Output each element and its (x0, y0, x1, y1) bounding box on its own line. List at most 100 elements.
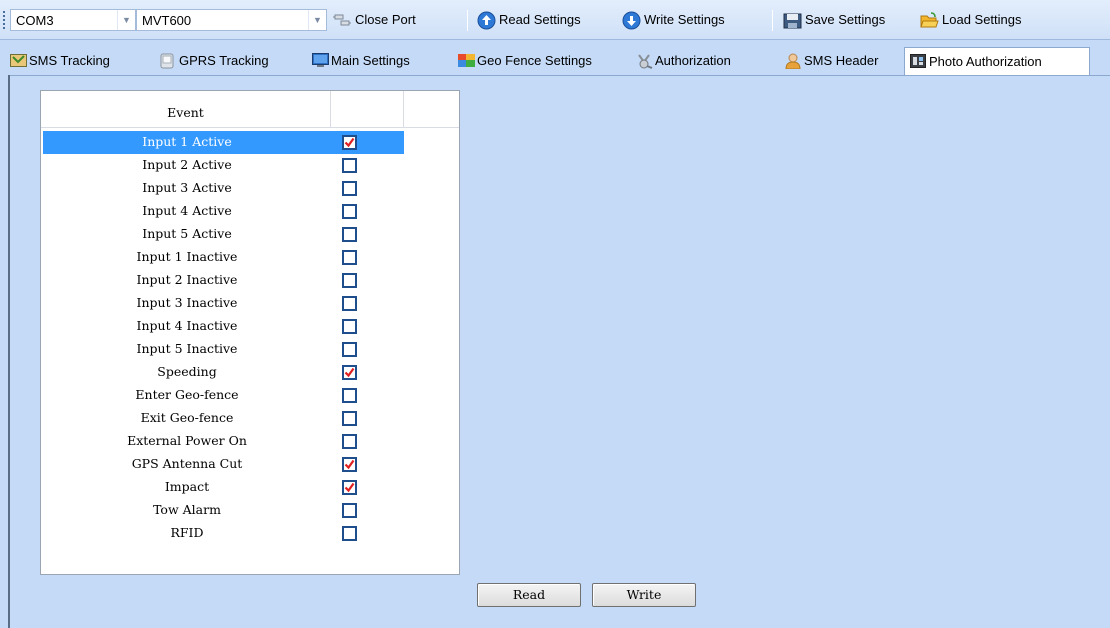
device-value: MVT600 (142, 13, 192, 28)
write-settings-button[interactable]: Write Settings (622, 9, 764, 31)
toolbar-separator (772, 10, 773, 31)
column-header-event[interactable]: Event (41, 91, 331, 128)
event-checkbox[interactable] (342, 250, 357, 265)
event-checkbox[interactable] (342, 135, 357, 150)
save-settings-button[interactable]: Save Settings (783, 9, 908, 31)
toolbar: COM3 ▼ MVT600 ▼ Close Port Read Settings… (0, 0, 1110, 40)
event-checkbox[interactable] (342, 480, 357, 495)
table-row[interactable]: External Power On (43, 430, 404, 453)
event-cell: Input 4 Active (142, 203, 232, 218)
event-checkbox[interactable] (342, 365, 357, 380)
main-settings-icon (312, 53, 329, 67)
table-row[interactable]: Input 1 Inactive (43, 246, 404, 269)
table-row[interactable]: Input 5 Active (43, 223, 404, 246)
read-button[interactable]: Read (477, 583, 581, 607)
table-row[interactable]: Enter Geo-fence (43, 384, 404, 407)
event-checkbox[interactable] (342, 204, 357, 219)
tab-photo-authorization[interactable]: Photo Authorization (904, 47, 1090, 75)
event-cell: Input 1 Inactive (136, 249, 238, 264)
table-row[interactable]: Input 3 Inactive (43, 292, 404, 315)
tab-label: SMS Tracking (29, 53, 110, 68)
checkmark-icon (344, 482, 355, 493)
chevron-down-icon[interactable]: ▼ (308, 10, 326, 30)
grid-header: Event (41, 91, 459, 128)
port-combo[interactable]: COM3 ▼ (10, 9, 136, 31)
write-settings-label: Write Settings (644, 12, 725, 27)
event-checkbox[interactable] (342, 503, 357, 518)
table-row[interactable]: Input 4 Active (43, 200, 404, 223)
event-cell: GPS Antenna Cut (131, 456, 243, 471)
event-checkbox[interactable] (342, 319, 357, 334)
event-cell: Enter Geo-fence (135, 387, 239, 402)
sms-header-icon (785, 53, 801, 69)
write-button[interactable]: Write (592, 583, 696, 607)
checkmark-icon (344, 459, 355, 470)
checkmark-icon (344, 137, 355, 148)
tab-geo-fence-settings[interactable]: Geo Fence Settings (458, 48, 618, 75)
tab-label: GPRS Tracking (179, 53, 269, 68)
event-checkbox[interactable] (342, 158, 357, 173)
tab-gprs-tracking[interactable]: GPRS Tracking (160, 48, 294, 75)
table-row[interactable]: Input 2 Active (43, 154, 404, 177)
table-row[interactable]: Input 4 Inactive (43, 315, 404, 338)
event-grid: Event Input 1 Active Input 2 Active Input … (40, 90, 460, 575)
load-settings-button[interactable]: Load Settings (920, 9, 1055, 31)
table-row[interactable]: Exit Geo-fence (43, 407, 404, 430)
event-cell: RFID (170, 525, 204, 540)
plug-icon (333, 14, 351, 26)
table-row[interactable]: Speeding (43, 361, 404, 384)
close-port-label: Close Port (355, 12, 416, 27)
panel-left-edge (8, 75, 10, 628)
event-checkbox[interactable] (342, 296, 357, 311)
close-port-button[interactable]: Close Port (333, 9, 461, 31)
arrow-up-circle-icon (477, 11, 496, 30)
column-header-enabled[interactable] (331, 91, 404, 128)
event-checkbox[interactable] (342, 273, 357, 288)
event-checkbox[interactable] (342, 388, 357, 403)
checkmark-icon (344, 367, 355, 378)
event-cell: Input 1 Active (142, 134, 232, 149)
event-cell: Input 2 Active (142, 157, 232, 172)
table-row[interactable]: Input 5 Inactive (43, 338, 404, 361)
authorization-icon (638, 54, 653, 69)
event-checkbox[interactable] (342, 457, 357, 472)
toolbar-grip[interactable] (3, 11, 5, 31)
event-cell: Exit Geo-fence (140, 410, 234, 425)
device-combo[interactable]: MVT600 ▼ (136, 9, 327, 31)
tab-label: Authorization (655, 53, 731, 68)
event-cell: Input 4 Inactive (136, 318, 238, 333)
table-row[interactable]: GPS Antenna Cut (43, 453, 404, 476)
chevron-down-icon[interactable]: ▼ (117, 10, 135, 30)
event-checkbox[interactable] (342, 411, 357, 426)
table-row[interactable]: Input 1 Active (43, 131, 404, 154)
tab-sms-tracking[interactable]: SMS Tracking (10, 48, 144, 75)
port-value: COM3 (16, 13, 54, 28)
photo-authorization-icon (910, 54, 926, 68)
table-row[interactable]: Input 2 Inactive (43, 269, 404, 292)
tab-strip: SMS Tracking GPRS Tracking Main Settings… (0, 47, 1110, 76)
arrow-down-circle-icon (622, 11, 641, 30)
tab-sms-header[interactable]: SMS Header (785, 48, 901, 75)
event-checkbox[interactable] (342, 342, 357, 357)
table-row[interactable]: RFID (43, 522, 404, 545)
save-settings-label: Save Settings (805, 12, 886, 27)
event-checkbox[interactable] (342, 434, 357, 449)
read-settings-button[interactable]: Read Settings (477, 9, 617, 31)
table-row[interactable]: Impact (43, 476, 404, 499)
tab-divider (8, 75, 1110, 76)
event-checkbox[interactable] (342, 526, 357, 541)
event-cell: Input 5 Inactive (136, 341, 238, 356)
tab-label: Photo Authorization (929, 54, 1042, 69)
table-row[interactable]: Tow Alarm (43, 499, 404, 522)
event-checkbox[interactable] (342, 181, 357, 196)
event-checkbox[interactable] (342, 227, 357, 242)
tab-label: Main Settings (331, 53, 410, 68)
tab-main-settings[interactable]: Main Settings (312, 48, 447, 75)
toolbar-separator (467, 10, 468, 31)
save-disk-icon (783, 13, 802, 29)
table-row[interactable]: Input 3 Active (43, 177, 404, 200)
event-cell: Speeding (157, 364, 217, 379)
gprs-tracking-icon (160, 53, 174, 69)
tab-authorization[interactable]: Authorization (636, 48, 763, 75)
event-cell: Input 3 Active (142, 180, 232, 195)
